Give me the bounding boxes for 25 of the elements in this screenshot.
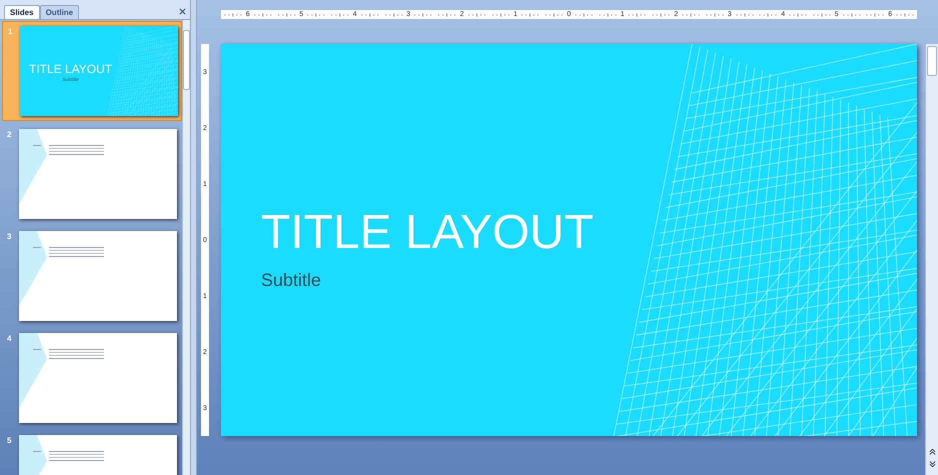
table-drawing	[33, 145, 104, 155]
slide-number: 1	[8, 26, 14, 38]
slide-list-item[interactable]: 5	[2, 431, 182, 475]
table-drawing	[33, 247, 104, 257]
scrollbar-thumb[interactable]	[183, 30, 190, 90]
slide-list-item[interactable]: 3	[2, 227, 182, 325]
slide-number: 2	[7, 129, 12, 141]
scrollbar-thumb[interactable]	[927, 46, 937, 76]
panel-tab[interactable]: Slides	[4, 5, 40, 19]
slide-thumbnail[interactable]	[19, 333, 177, 423]
slide-thumbnail[interactable]	[19, 129, 177, 219]
slide-number: 4	[7, 333, 12, 345]
slide-thumbnail[interactable]	[19, 231, 177, 321]
scrollbar[interactable]	[925, 44, 938, 475]
panel-tab[interactable]: Outline	[40, 5, 80, 19]
scrollbar[interactable]	[182, 20, 190, 475]
close-icon[interactable]	[179, 8, 186, 15]
table-drawing	[33, 349, 104, 359]
slide-number: 3	[7, 231, 12, 243]
slide-number: 5	[7, 435, 12, 447]
slide-subtitle[interactable]: Subtitle	[261, 271, 594, 289]
page-arrows-icon[interactable]	[928, 449, 936, 467]
slide-list-item[interactable]: 4	[2, 329, 182, 427]
thumbnail-title: TITLE LAYOUT	[29, 63, 112, 75]
table-drawing	[33, 451, 104, 461]
